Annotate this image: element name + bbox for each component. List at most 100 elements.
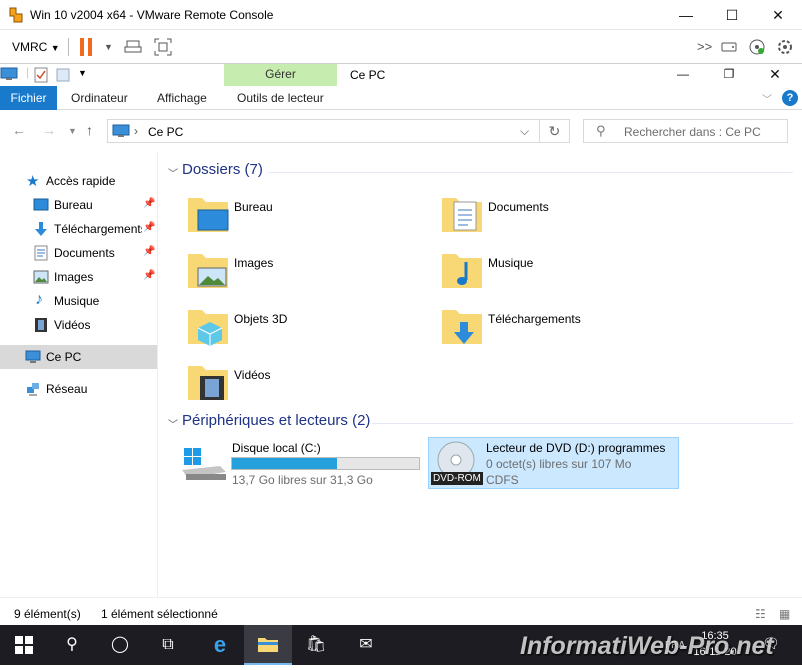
nav-network[interactable]: Réseau bbox=[0, 377, 157, 401]
pin-icon[interactable]: 📌 bbox=[143, 246, 155, 257]
drive-free-space: 13,7 Go libres sur 31,3 Go bbox=[232, 473, 373, 487]
vmrc-menu-button[interactable]: VMRC ▼ bbox=[12, 40, 60, 54]
folder-documents[interactable]: Documents bbox=[440, 192, 680, 242]
pin-icon[interactable]: 📌 bbox=[143, 222, 155, 233]
qat-customize-icon[interactable]: ▼ bbox=[78, 68, 87, 78]
vmrc-close-button[interactable]: ✕ bbox=[755, 0, 801, 30]
nav-item-label: Téléchargements bbox=[54, 222, 142, 236]
search-placeholder: Rechercher dans : Ce PC bbox=[624, 125, 761, 139]
breadcrumb-this-pc[interactable]: Ce PC bbox=[148, 125, 183, 139]
mail-icon[interactable]: ✉ bbox=[342, 625, 390, 665]
search-icon[interactable]: ⚲ bbox=[48, 625, 96, 665]
task-view-icon[interactable]: ⧉ bbox=[144, 625, 192, 665]
nav-item-label: Vidéos bbox=[54, 318, 91, 332]
pause-icon[interactable] bbox=[80, 38, 94, 56]
tab-drive-tools[interactable]: Outils de lecteur bbox=[237, 86, 324, 110]
tab-file[interactable]: Fichier bbox=[0, 86, 57, 110]
nav-network-label: Réseau bbox=[46, 382, 88, 396]
cortana-icon[interactable]: ◯ bbox=[96, 625, 144, 665]
chevron-down-icon: ▼ bbox=[50, 43, 60, 53]
pictures-folder-icon bbox=[188, 254, 228, 288]
folder-music[interactable]: Musique bbox=[440, 248, 680, 298]
selection-count: 1 élément sélectionné bbox=[101, 607, 218, 621]
computer-icon bbox=[25, 350, 41, 363]
address-dropdown-icon[interactable]: ⌵ bbox=[520, 124, 529, 139]
nav-item-music[interactable]: ♪ Musique bbox=[0, 289, 157, 313]
tiles-view-icon[interactable]: ▦ bbox=[779, 607, 790, 621]
help-icon[interactable]: ? bbox=[782, 90, 798, 106]
collapse-chevron-icon[interactable]: ﹀ bbox=[168, 165, 178, 180]
folder-videos[interactable]: Vidéos bbox=[186, 360, 426, 410]
address-bar[interactable]: › Ce PC ⌵ bbox=[107, 119, 540, 143]
refresh-icon[interactable]: ↻ bbox=[540, 119, 570, 143]
expand-ribbon-icon[interactable]: ﹀ bbox=[762, 91, 772, 106]
folders-group-header[interactable]: ﹀ Dossiers (7) bbox=[160, 161, 802, 183]
nav-item-pictures[interactable]: Images 📌 bbox=[0, 265, 157, 289]
network-icon bbox=[27, 383, 39, 396]
fullscreen-icon[interactable] bbox=[154, 38, 172, 56]
start-windows-icon[interactable] bbox=[0, 625, 48, 665]
downloads-folder-icon bbox=[442, 310, 482, 344]
search-input[interactable]: ⚲ Rechercher dans : Ce PC bbox=[583, 119, 788, 143]
folder-downloads[interactable]: Téléchargements bbox=[440, 304, 680, 354]
drive-name: Lecteur de DVD (D:) programmes bbox=[486, 441, 666, 455]
qat-divider: | bbox=[26, 65, 30, 79]
new-folder-icon[interactable] bbox=[56, 67, 70, 83]
star-icon: ★ bbox=[26, 173, 40, 190]
nav-item-downloads[interactable]: Téléchargements 📌 bbox=[0, 217, 157, 241]
hard-disk-icon[interactable] bbox=[720, 38, 738, 56]
edge-browser-icon[interactable]: e bbox=[196, 625, 244, 665]
pin-icon[interactable]: 📌 bbox=[143, 198, 155, 209]
nav-quick-access[interactable]: ★ Accès rapide bbox=[0, 169, 157, 193]
nav-item-documents[interactable]: Documents 📌 bbox=[0, 241, 157, 265]
vmrc-minimize-button[interactable]: — bbox=[663, 0, 709, 30]
details-view-icon[interactable]: ☷ bbox=[755, 607, 766, 621]
drive-dvd-d[interactable]: DVD-ROM Lecteur de DVD (D:) programmes 0… bbox=[428, 437, 679, 489]
up-arrow-icon[interactable]: ↑ bbox=[86, 122, 93, 138]
folder-3d-objects[interactable]: Objets 3D bbox=[186, 304, 426, 354]
folder-label: Téléchargements bbox=[488, 312, 581, 326]
devices-group-label: Périphériques et lecteurs (2) bbox=[182, 412, 371, 429]
explorer-restore-button[interactable]: ❐ bbox=[706, 59, 752, 89]
recent-locations-icon[interactable]: ▼ bbox=[68, 126, 77, 136]
nav-item-label: Documents bbox=[54, 246, 115, 260]
settings-gear-icon[interactable] bbox=[776, 38, 794, 56]
explorer-minimize-button[interactable]: — bbox=[660, 59, 706, 89]
file-explorer-icon[interactable] bbox=[244, 625, 292, 665]
tab-computer[interactable]: Ordinateur bbox=[71, 86, 128, 110]
double-chevron-right-icon[interactable]: >> bbox=[697, 38, 712, 56]
folder-desktop[interactable]: Bureau bbox=[186, 192, 426, 242]
pin-icon[interactable]: 📌 bbox=[143, 270, 155, 281]
folder-pictures[interactable]: Images bbox=[186, 248, 426, 298]
nav-this-pc[interactable]: Ce PC bbox=[0, 345, 157, 369]
cd-drive-icon[interactable] bbox=[748, 38, 766, 56]
tab-view[interactable]: Affichage bbox=[157, 86, 207, 110]
computer-icon bbox=[0, 67, 18, 80]
devices-group-header[interactable]: ﹀ Périphériques et lecteurs (2) bbox=[160, 412, 802, 434]
vmrc-maximize-button[interactable]: ☐ bbox=[709, 0, 755, 30]
windows-drive-icon bbox=[182, 448, 226, 480]
folder-label: Vidéos bbox=[234, 368, 271, 382]
explorer-window-title: Ce PC bbox=[350, 68, 386, 82]
downloads-icon bbox=[35, 222, 47, 236]
folder-label: Bureau bbox=[234, 200, 273, 214]
forward-arrow-icon[interactable]: → bbox=[42, 122, 56, 138]
explorer-close-button[interactable]: ✕ bbox=[752, 59, 798, 89]
ribbon-tabs: Fichier Ordinateur Affichage Outils de l… bbox=[0, 86, 802, 110]
collapse-chevron-icon[interactable]: ﹀ bbox=[168, 416, 178, 431]
desktop-folder-icon bbox=[188, 198, 229, 232]
nav-item-desktop[interactable]: Bureau 📌 bbox=[0, 193, 157, 217]
vmrc-logo-icon bbox=[9, 7, 23, 23]
pause-dropdown-icon[interactable]: ▼ bbox=[104, 38, 113, 56]
drive-local-c[interactable]: Disque local (C:) 13,7 Go libres sur 31,… bbox=[178, 438, 428, 490]
nav-this-pc-label: Ce PC bbox=[46, 350, 82, 364]
back-arrow-icon[interactable]: ← bbox=[12, 122, 26, 138]
drive-name: Disque local (C:) bbox=[232, 441, 321, 455]
send-ctrl-alt-del-icon[interactable] bbox=[124, 38, 142, 56]
nav-item-videos[interactable]: Vidéos bbox=[0, 313, 157, 337]
videos-icon bbox=[35, 318, 47, 332]
breadcrumb-chevron-icon[interactable]: › bbox=[134, 124, 138, 138]
store-bag-icon[interactable]: 🛍 bbox=[292, 625, 340, 665]
properties-icon[interactable] bbox=[34, 67, 48, 83]
contextual-tab-group-manage: Gérer bbox=[224, 64, 337, 86]
